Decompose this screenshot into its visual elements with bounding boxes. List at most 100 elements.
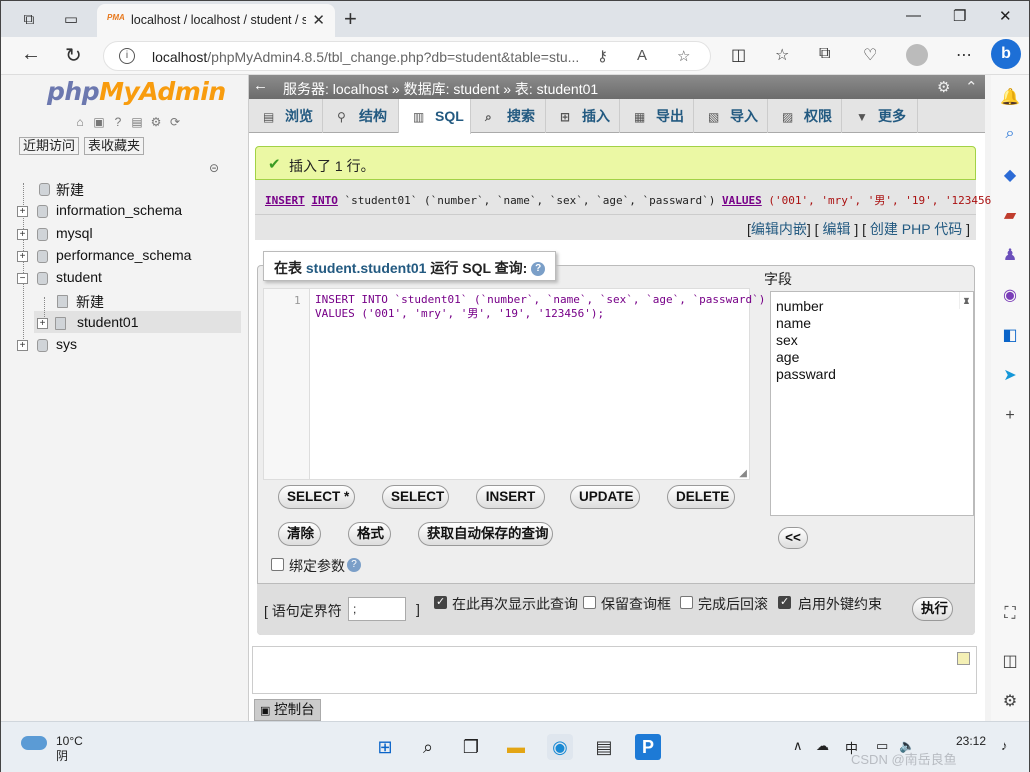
clear-button[interactable]: 清除 — [278, 522, 321, 546]
breadcrumb-table[interactable]: 表: student01 — [515, 81, 598, 97]
expand-icon[interactable]: + — [37, 318, 48, 329]
back-icon[interactable]: ← — [21, 43, 41, 66]
tray-chevron-icon[interactable]: ∧ — [793, 738, 803, 754]
bind-help-icon[interactable]: ? — [347, 558, 361, 572]
help-icon[interactable]: ? — [531, 262, 546, 277]
editor-code[interactable]: INSERT INTO `student01` (`number`, `name… — [315, 293, 765, 321]
tab-export[interactable]: ▦ 导出 — [620, 99, 694, 133]
console-tab[interactable]: ▣ 控制台 — [254, 699, 321, 721]
tree-item-new[interactable]: 新建 — [23, 180, 223, 200]
home-icon[interactable]: ⌂ — [72, 115, 88, 130]
notification-icon[interactable]: 🔔 — [997, 87, 1023, 109]
send-icon[interactable]: ➤ — [997, 365, 1023, 387]
read-aloud-icon[interactable]: A — [637, 47, 647, 64]
select-button[interactable]: SELECT — [382, 485, 449, 509]
expand-icon[interactable]: + — [17, 206, 28, 217]
edit-inline-link[interactable]: 编辑内嵌 — [751, 221, 807, 237]
resize-handle-icon[interactable]: ◢ — [739, 468, 747, 479]
split-screen-icon[interactable]: ◫ — [731, 45, 746, 65]
expand-icon[interactable]: + — [17, 340, 28, 351]
vertical-tabs-icon[interactable]: ▭ — [61, 9, 81, 29]
retain-box-checkbox[interactable] — [583, 596, 596, 609]
more-menu-icon[interactable]: ⋯ — [956, 45, 972, 65]
show-again-checkbox[interactable] — [434, 595, 447, 609]
start-icon[interactable]: ⊞ — [372, 734, 398, 760]
edge-icon[interactable]: ◉ — [547, 734, 573, 760]
search-taskbar-icon[interactable]: ⌕ — [415, 734, 441, 760]
close-window-icon[interactable]: ✕ — [999, 7, 1012, 25]
workspaces-icon[interactable]: ⧉ — [19, 9, 39, 29]
rollback-checkbox[interactable] — [680, 596, 693, 609]
file-explorer-icon[interactable]: ▬ — [503, 734, 529, 760]
link-icon[interactable]: ⊝ — [209, 161, 219, 175]
sidebar-settings-icon[interactable]: ⚙ — [997, 691, 1023, 713]
sql-editor[interactable]: 1 INSERT INTO `student01` (`number`, `na… — [263, 288, 765, 480]
field-option[interactable]: passward — [771, 366, 973, 383]
notification-bell-icon[interactable]: ♪ — [1001, 738, 1008, 753]
select-star-button[interactable]: SELECT * — [278, 485, 355, 509]
key-icon[interactable]: ⚷ — [597, 47, 608, 65]
tab-sql[interactable]: ▥ SQL — [399, 99, 471, 134]
browser-essentials-icon[interactable]: ♡ — [863, 45, 877, 65]
phpmyadmin-logo[interactable]: phpMyAdmin — [47, 77, 226, 106]
tree-item-performance-schema[interactable]: + performance_schema — [17, 247, 217, 267]
note-icon[interactable] — [957, 652, 970, 665]
expand-icon[interactable]: + — [17, 251, 28, 262]
breadcrumb-server[interactable]: 服务器: localhost — [283, 81, 388, 97]
bind-parameters-checkbox[interactable] — [271, 558, 284, 571]
favorites-icon[interactable]: ☆ — [775, 45, 789, 65]
tab-structure[interactable]: ⚲ 结构 — [323, 99, 399, 133]
clock[interactable]: 23:12 — [956, 734, 986, 748]
expand-icon[interactable]: + — [17, 229, 28, 240]
create-php-link[interactable]: 创建 PHP 代码 — [870, 221, 962, 237]
tab-more[interactable]: ▼ 更多 — [842, 99, 918, 133]
foreign-keys-checkbox[interactable] — [778, 595, 791, 609]
insert-field-button[interactable]: << — [778, 527, 808, 549]
fields-scrollbar[interactable]: ▲ ▼ — [959, 292, 973, 309]
tree-item-student[interactable]: − student — [17, 269, 217, 289]
store-icon[interactable]: ▤ — [591, 734, 617, 760]
url-text[interactable]: localhost/phpMyAdmin4.8.5/tbl_change.php… — [152, 49, 579, 65]
settings-icon[interactable]: ⚙ — [148, 115, 164, 130]
tree-item-sys[interactable]: + sys — [17, 336, 217, 356]
tree-item-mysql[interactable]: + mysql — [17, 225, 217, 245]
tab-browse[interactable]: ▤ 浏览 — [249, 99, 323, 133]
docs-icon[interactable]: ▤ — [129, 115, 145, 130]
fields-list[interactable]: number name sex age passward ▲ ▼ — [770, 291, 974, 516]
add-icon[interactable]: + — [997, 407, 1023, 429]
tab-import[interactable]: ▧ 导入 — [694, 99, 768, 133]
field-option[interactable]: sex — [771, 332, 973, 349]
recent-button[interactable]: 近期访问 — [19, 137, 80, 155]
weather-widget[interactable]: 10°C 阴 — [56, 734, 83, 764]
go-button[interactable]: 执行 — [912, 597, 953, 621]
tab-privileges[interactable]: ▨ 权限 — [768, 99, 842, 133]
cloud-icon[interactable] — [21, 736, 47, 750]
favorite-star-icon[interactable]: ☆ — [677, 47, 690, 65]
tab-insert[interactable]: ⊞ 插入 — [546, 99, 620, 133]
help-icon[interactable]: ? — [110, 115, 126, 130]
reload-icon[interactable]: ⟳ — [167, 115, 183, 130]
field-option[interactable]: name — [771, 315, 973, 332]
edit-link[interactable]: 编辑 — [822, 221, 850, 237]
office-icon[interactable]: ◉ — [997, 285, 1023, 307]
sidebar-toggle-icon[interactable]: ◫ — [997, 651, 1023, 673]
new-tab-icon[interactable]: + — [344, 6, 357, 32]
format-button[interactable]: 格式 — [348, 522, 391, 546]
site-info-icon[interactable]: i — [119, 48, 135, 64]
tab-phpmyadmin[interactable]: PMA localhost / localhost / student / s … — [97, 4, 335, 37]
settings-gear-icon[interactable]: ⚙ — [937, 78, 950, 96]
address-bar[interactable]: i localhost/phpMyAdmin4.8.5/tbl_change.p… — [103, 41, 711, 71]
get-autosaved-query-button[interactable]: 获取自动保存的查询 — [418, 522, 553, 546]
insert-button[interactable]: INSERT — [476, 485, 545, 509]
tab-close-icon[interactable]: ✕ — [312, 11, 325, 29]
collections-icon[interactable]: ⧉ — [819, 45, 830, 63]
tools-icon[interactable]: ▰ — [997, 205, 1023, 227]
collapse-top-icon[interactable]: ⌃ — [965, 78, 978, 96]
logout-icon[interactable]: ▣ — [91, 115, 107, 130]
onedrive-icon[interactable]: ☁ — [816, 738, 829, 754]
delimiter-input[interactable]: ; — [348, 597, 406, 621]
minimize-icon[interactable]: — — [906, 7, 921, 24]
update-button[interactable]: UPDATE — [570, 485, 640, 509]
tree-item-student-new[interactable]: 新建 — [43, 292, 223, 312]
search-sidebar-icon[interactable]: ⌕ — [997, 125, 1023, 147]
